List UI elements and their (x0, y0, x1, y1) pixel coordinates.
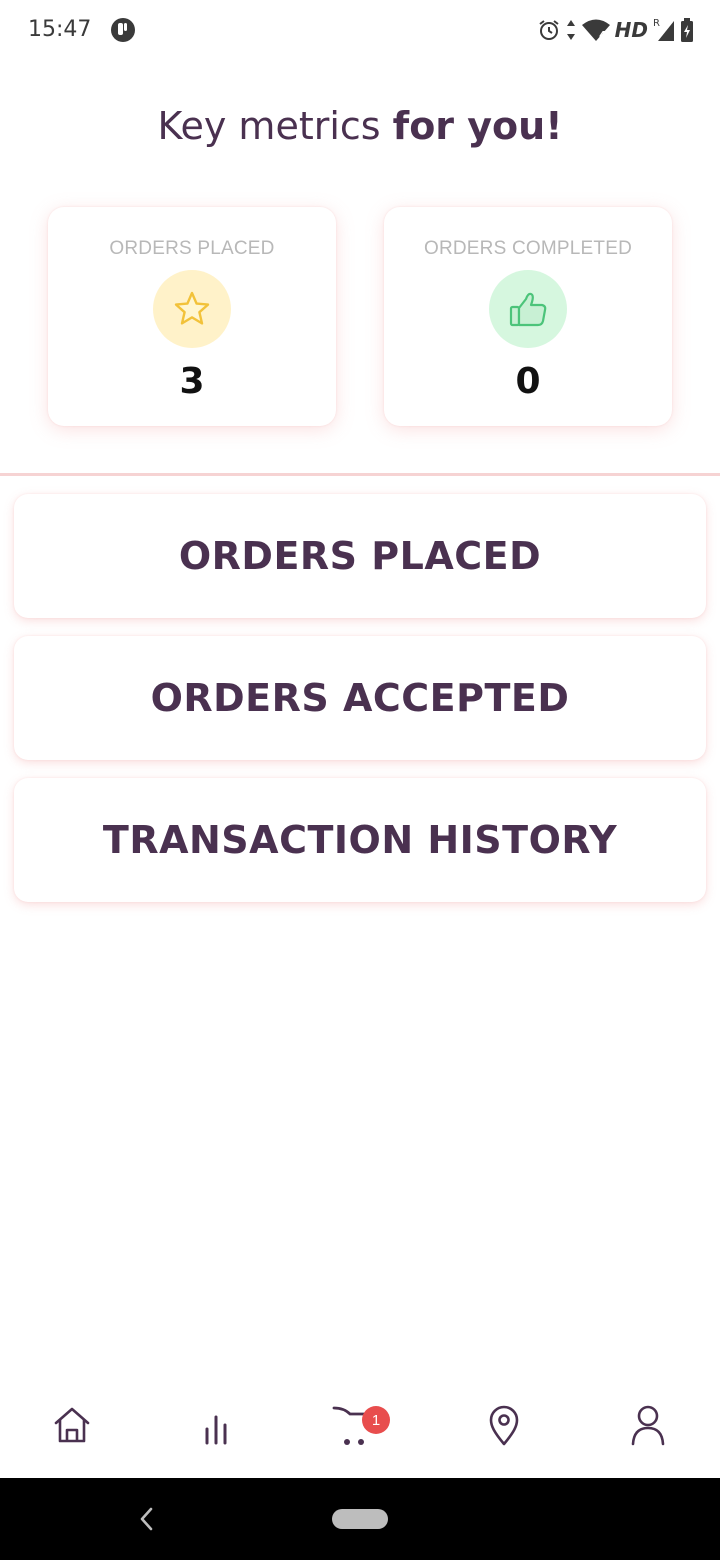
network-type-label: HD (614, 18, 648, 42)
metric-label: ORDERS PLACED (109, 238, 275, 259)
wifi-icon: 4 (581, 18, 611, 42)
signal-icon: R (652, 17, 676, 43)
home-icon[interactable] (47, 1400, 97, 1450)
back-icon[interactable] (136, 1506, 156, 1532)
status-time: 15:47 (28, 17, 92, 42)
section-divider (0, 473, 720, 476)
svg-text:R: R (653, 18, 660, 29)
alarm-icon (537, 18, 561, 42)
app-notification-icon (110, 17, 136, 43)
page-title-bold: for you! (392, 104, 563, 148)
metric-value: 0 (515, 361, 541, 402)
home-pill-button[interactable] (332, 1509, 388, 1529)
thumbs-up-icon (489, 270, 567, 348)
orders-placed-button[interactable]: ORDERS PLACED (14, 494, 706, 618)
page-title-light: Key metrics (157, 104, 393, 148)
transaction-history-button[interactable]: TRANSACTION HISTORY (14, 778, 706, 902)
status-bar: 15:47 4 HD R (0, 0, 720, 60)
metric-value: 3 (179, 361, 205, 402)
orders-accepted-button[interactable]: ORDERS ACCEPTED (14, 636, 706, 760)
stats-icon[interactable] (191, 1400, 241, 1450)
svg-text:4: 4 (599, 29, 607, 42)
star-icon (153, 270, 231, 348)
page-title: Key metrics for you! (0, 104, 720, 148)
location-icon[interactable] (479, 1400, 529, 1450)
profile-icon[interactable] (623, 1400, 673, 1450)
metric-label: ORDERS COMPLETED (423, 238, 632, 259)
battery-icon (680, 17, 694, 43)
system-nav-bar (0, 1478, 720, 1560)
data-arrows-icon (565, 18, 577, 42)
metric-card-orders-completed: ORDERS COMPLETED 0 (384, 207, 672, 426)
bottom-nav (0, 1378, 720, 1478)
status-icons: 4 HD R (537, 15, 694, 45)
cart-badge: 1 (362, 1406, 390, 1434)
metric-card-orders-placed: ORDERS PLACED 3 (48, 207, 336, 426)
